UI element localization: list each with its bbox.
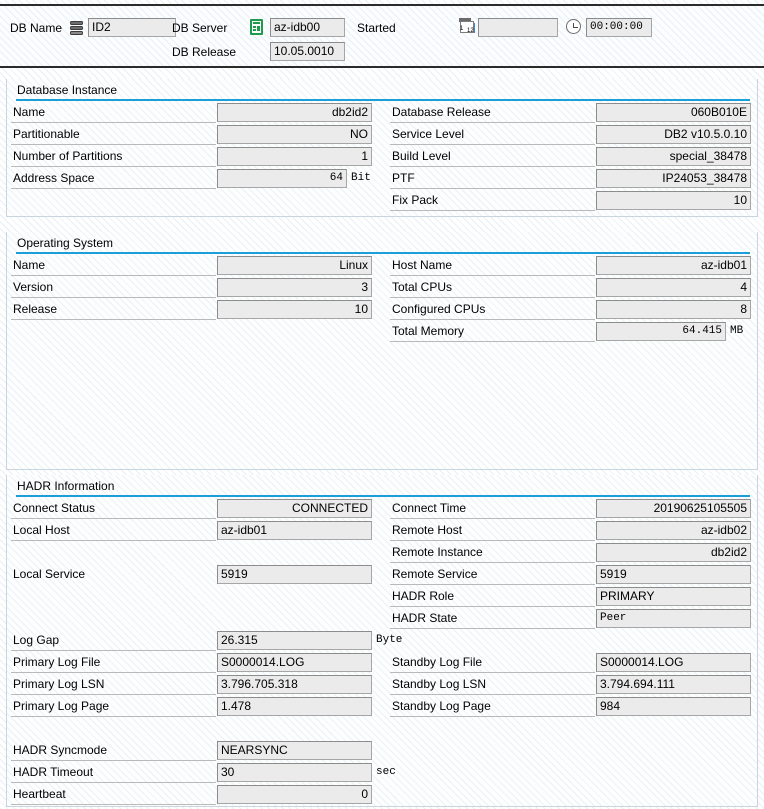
field-value-connect-time: 20190625105505 bbox=[596, 499, 751, 518]
field-value-remote-service[interactable]: 5919 bbox=[596, 565, 751, 584]
field-value-hadr-role[interactable]: PRIMARY bbox=[596, 587, 751, 606]
header-bottom-rule bbox=[0, 66, 764, 68]
field-unit-total-memory: MB bbox=[730, 325, 744, 337]
field-label-total-memory: Total Memory bbox=[390, 322, 595, 342]
field-label-primary-log-page: Primary Log Page bbox=[11, 697, 216, 717]
field-value-fix-pack: 10 bbox=[596, 191, 751, 210]
field-value-standby-log-file[interactable]: S0000014.LOG bbox=[596, 653, 751, 672]
field-label-os-release: Release bbox=[11, 300, 216, 320]
field-value-host-name: az-idb01 bbox=[596, 256, 751, 275]
field-value-local-host[interactable]: az-idb01 bbox=[217, 521, 372, 540]
field-value-number-of-partitions: 1 bbox=[217, 147, 372, 166]
field-label-log-gap: Log Gap bbox=[11, 631, 216, 651]
field-label-ptf: PTF bbox=[390, 169, 595, 189]
field-value-standby-log-lsn[interactable]: 3.794.694.111 bbox=[596, 675, 751, 694]
field-label-connect-time: Connect Time bbox=[390, 499, 595, 519]
field-value-primary-log-page[interactable]: 1.478 bbox=[217, 697, 372, 716]
panel-hadr-information: HADR Information Connect Status CONNECTE… bbox=[6, 475, 758, 807]
field-value-primary-log-lsn[interactable]: 3.796.705.318 bbox=[217, 675, 372, 694]
server-icon bbox=[250, 19, 263, 35]
clock-icon[interactable] bbox=[566, 19, 581, 34]
field-value-primary-log-file[interactable]: S0000014.LOG bbox=[217, 653, 372, 672]
field-label-remote-instance: Remote Instance bbox=[390, 543, 595, 563]
field-label-heartbeat: Heartbeat bbox=[11, 785, 216, 805]
database-icon bbox=[70, 21, 83, 35]
field-unit-address-space: Bit bbox=[351, 172, 371, 184]
db-release-label: DB Release bbox=[172, 45, 237, 59]
field-unit-log-gap: Byte bbox=[376, 634, 403, 646]
field-label-total-cpus: Total CPUs bbox=[390, 278, 595, 298]
field-label-hadr-timeout: HADR Timeout bbox=[11, 763, 216, 783]
panel-accent-rule bbox=[16, 99, 750, 101]
started-date-input[interactable] bbox=[478, 18, 558, 37]
field-label-build-level: Build Level bbox=[390, 147, 595, 167]
db-server-input[interactable]: az-idb00 bbox=[270, 18, 345, 37]
field-label-standby-log-lsn: Standby Log LSN bbox=[390, 675, 595, 695]
panel-database-instance: Database Instance Name db2id2 Partitiona… bbox=[6, 79, 758, 217]
field-label-configured-cpus: Configured CPUs bbox=[390, 300, 595, 320]
field-unit-hadr-timeout: sec bbox=[376, 766, 396, 778]
field-label-standby-log-file: Standby Log File bbox=[390, 653, 595, 673]
started-time-input[interactable]: 00:00:00 bbox=[586, 18, 652, 37]
field-value-log-gap[interactable]: 26.315 bbox=[217, 631, 372, 650]
field-label-address-space: Address Space bbox=[11, 169, 216, 189]
field-label-connect-status: Connect Status bbox=[11, 499, 216, 519]
field-value-os-name: Linux bbox=[217, 256, 372, 275]
field-value-service-level: DB2 v10.5.0.10 bbox=[596, 125, 751, 144]
db-name-input[interactable]: ID2 bbox=[88, 18, 176, 37]
field-label-service-level: Service Level bbox=[390, 125, 595, 145]
field-value-total-cpus: 4 bbox=[596, 278, 751, 297]
db-server-label: DB Server bbox=[172, 21, 228, 35]
db-name-label: DB Name bbox=[10, 21, 63, 35]
panel-operating-system: Operating System Name Linux Version 3 Re… bbox=[6, 232, 758, 470]
field-value-address-space: 64 bbox=[217, 169, 347, 188]
calendar-icon[interactable]: 1 12 bbox=[458, 18, 475, 34]
db-release-input[interactable]: 10.05.0010 bbox=[270, 42, 345, 61]
field-value-build-level: special_38478 bbox=[596, 147, 751, 166]
panel-title-operating-system: Operating System bbox=[17, 236, 114, 250]
field-value-heartbeat: 0 bbox=[217, 785, 372, 804]
field-value-connect-status: CONNECTED bbox=[217, 499, 372, 518]
field-value-ptf: IP24053_38478 bbox=[596, 169, 751, 188]
field-value-hadr-state[interactable]: Peer bbox=[596, 609, 751, 628]
field-label-primary-log-lsn: Primary Log LSN bbox=[11, 675, 216, 695]
field-value-name: db2id2 bbox=[217, 103, 372, 122]
field-value-database-release: 060B010E bbox=[596, 103, 751, 122]
panel-accent-rule bbox=[16, 495, 750, 497]
field-value-hadr-syncmode[interactable]: NEARSYNC bbox=[217, 741, 372, 760]
started-label: Started bbox=[357, 21, 396, 35]
field-label-local-service: Local Service bbox=[13, 567, 86, 581]
field-label-os-name: Name bbox=[11, 256, 216, 276]
field-label-primary-log-file: Primary Log File bbox=[11, 653, 216, 673]
field-value-os-version: 3 bbox=[217, 278, 372, 297]
field-label-database-release: Database Release bbox=[390, 103, 595, 123]
panel-accent-rule bbox=[16, 252, 750, 254]
field-label-name: Name bbox=[11, 103, 216, 123]
field-label-hadr-state: HADR State bbox=[390, 609, 595, 629]
field-label-remote-host: Remote Host bbox=[390, 521, 595, 541]
field-label-os-version: Version bbox=[11, 278, 216, 298]
field-label-host-name: Host Name bbox=[390, 256, 595, 276]
field-label-number-of-partitions: Number of Partitions bbox=[11, 147, 216, 167]
field-label-hadr-role: HADR Role bbox=[390, 587, 595, 607]
field-value-remote-host: az-idb02 bbox=[596, 521, 751, 540]
field-label-hadr-syncmode: HADR Syncmode bbox=[11, 741, 216, 761]
field-value-partitionable: NO bbox=[217, 125, 372, 144]
field-value-remote-instance: db2id2 bbox=[596, 543, 751, 562]
field-label-local-host: Local Host bbox=[11, 521, 216, 541]
field-label-partitionable: Partitionable bbox=[11, 125, 216, 145]
field-value-total-memory: 64.415 bbox=[596, 322, 726, 341]
field-label-standby-log-page: Standby Log Page bbox=[390, 697, 595, 717]
field-value-configured-cpus: 8 bbox=[596, 300, 751, 319]
field-label-fix-pack: Fix Pack bbox=[390, 191, 595, 211]
field-value-hadr-timeout[interactable]: 30 bbox=[217, 763, 372, 782]
field-value-os-release: 10 bbox=[217, 300, 372, 319]
field-value-standby-log-page[interactable]: 984 bbox=[596, 697, 751, 716]
header-bar: DB Name ID2 DB Server az-idb00 DB Releas… bbox=[0, 6, 764, 66]
field-label-remote-service: Remote Service bbox=[390, 565, 595, 585]
panel-title-hadr-information: HADR Information bbox=[17, 479, 115, 493]
field-value-local-service[interactable]: 5919 bbox=[217, 565, 372, 584]
panel-title-database-instance: Database Instance bbox=[17, 83, 118, 97]
